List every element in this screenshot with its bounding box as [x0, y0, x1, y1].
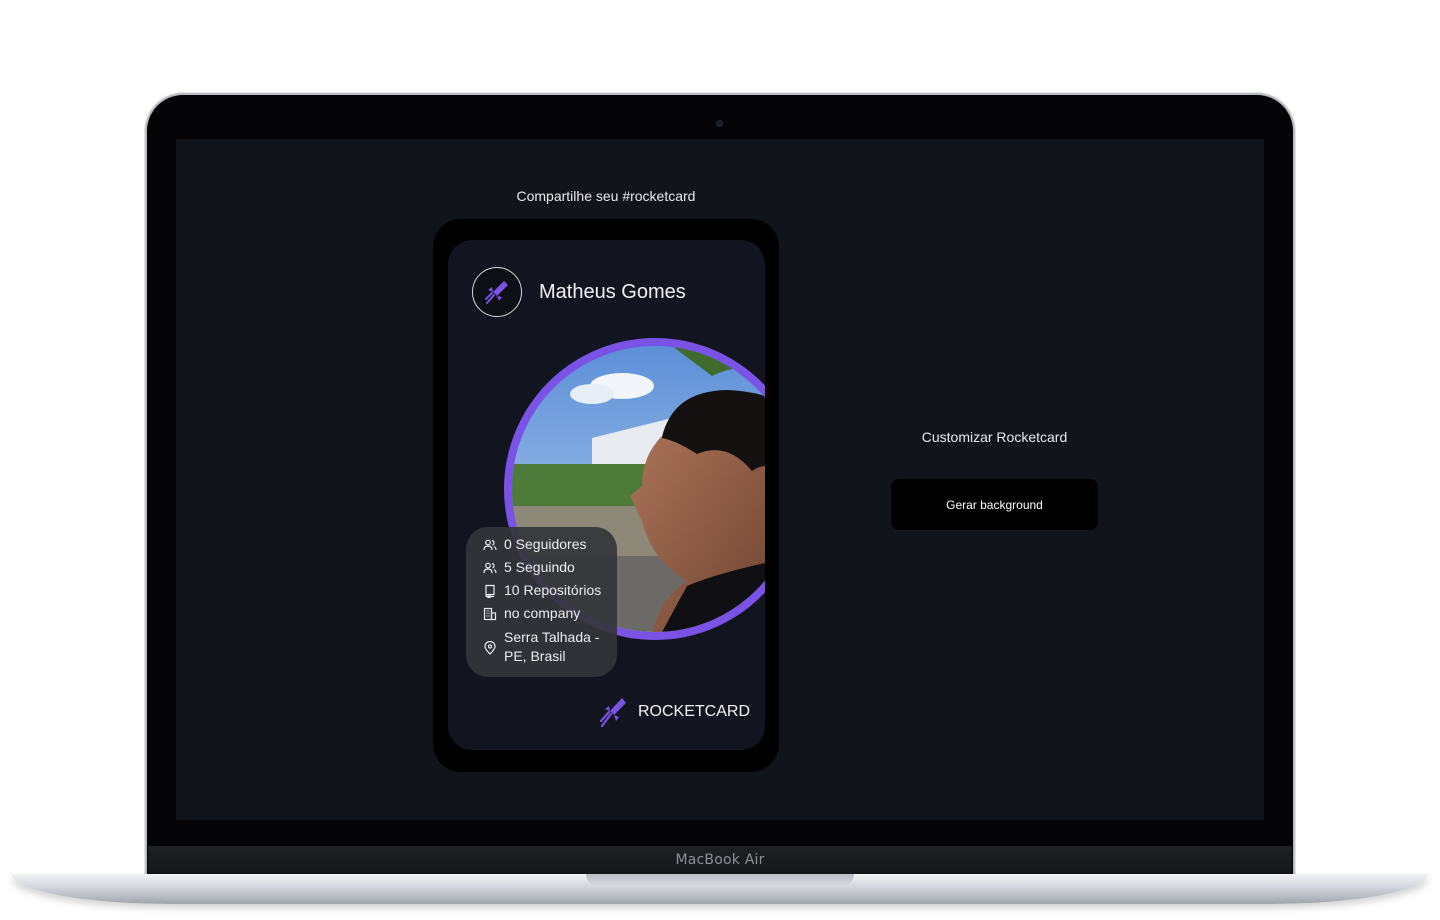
- stat-location-line2: PE, Brasil: [504, 648, 566, 664]
- map-pin-icon: [484, 641, 496, 655]
- rocket-icon: [485, 281, 508, 304]
- stat-location-line1: Serra Talhada -: [504, 629, 600, 645]
- stat-followers: 0 Seguidores: [483, 536, 587, 552]
- stat-location-text: Serra Talhada - PE, Brasil: [504, 628, 599, 666]
- laptop-notch: [586, 874, 854, 886]
- stat-company: no company: [483, 605, 580, 621]
- brand-footer: ROCKETCARD: [598, 695, 750, 729]
- users-icon: [483, 562, 497, 574]
- repo-icon: [485, 584, 495, 598]
- stat-following-label: 5 Seguindo: [504, 559, 575, 575]
- rocketcard: Matheus Gomes 0 Seguidores 5 Seguindo 10…: [448, 240, 765, 750]
- stat-location: Serra Talhada - PE, Brasil: [483, 628, 599, 666]
- laptop-chin: MacBook Air: [148, 846, 1292, 876]
- brand-label: ROCKETCARD: [638, 703, 751, 720]
- rocket-icon: [599, 698, 626, 728]
- share-title: Compartilhe seu #rocketcard: [516, 188, 696, 204]
- customize-title: Customizar Rocketcard: [921, 429, 1068, 445]
- stat-repositories: 10 Repositórios: [483, 582, 601, 598]
- stat-repositories-label: 10 Repositórios: [504, 582, 602, 598]
- stat-followers-label: 0 Seguidores: [504, 536, 587, 552]
- user-name: Matheus Gomes: [539, 281, 686, 303]
- generate-background-button[interactable]: Gerar background: [891, 479, 1098, 530]
- screen: Compartilhe seu #rocketcard Matheus Gome…: [176, 139, 1264, 820]
- device-label: MacBook Air: [675, 852, 765, 868]
- stats-panel: 0 Seguidores 5 Seguindo 10 Repositórios: [466, 527, 617, 677]
- users-icon: [483, 539, 497, 551]
- stat-following: 5 Seguindo: [483, 559, 575, 575]
- card-logo: [472, 267, 522, 317]
- stat-company-label: no company: [504, 605, 581, 621]
- building-icon: [483, 607, 497, 621]
- webcam: [716, 120, 723, 127]
